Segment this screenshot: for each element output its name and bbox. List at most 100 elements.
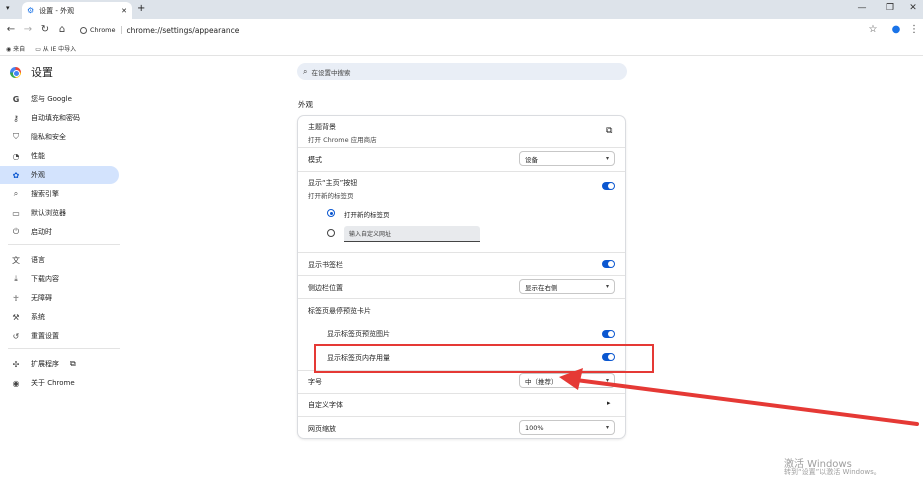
settings-search-input[interactable]: ⌕ 在设置中搜索 — [297, 63, 627, 80]
settings-gear-icon: ⚙ — [27, 6, 35, 15]
chrome-icon — [80, 26, 87, 34]
translate-icon: 文 — [12, 255, 20, 265]
sidebar-item-reset[interactable]: ↺ 重置设置 — [0, 327, 119, 345]
home-button-toggle[interactable] — [602, 182, 615, 190]
sidebar-item-label: 外观 — [31, 171, 45, 179]
wrench-icon: ⚒ — [12, 312, 20, 322]
sidebar-item-extensions[interactable]: ✣ 扩展程序 ⧉ — [0, 355, 119, 373]
section-title: 外观 — [298, 100, 313, 109]
search-placeholder: 在设置中搜索 — [311, 68, 351, 77]
sidebar-item-autofill[interactable]: ⚷ 自动填充和密码 — [0, 109, 119, 127]
dropdown-arrow-icon: ▾ — [605, 283, 609, 290]
sidebar-item-about[interactable]: ◉ 关于 Chrome — [0, 374, 119, 392]
side-panel-select[interactable]: 显示在右侧 ▾ — [519, 279, 615, 294]
sidebar-item-performance[interactable]: ◔ 性能 — [0, 147, 119, 165]
home-button-row: 显示“主页”按钮 打开新的标签页 — [308, 178, 357, 200]
close-tab-icon[interactable]: ✕ — [121, 7, 127, 15]
divider — [298, 147, 625, 148]
search-icon: ⌕ — [303, 66, 308, 76]
sidebar-item-default-browser[interactable]: ▭ 默认浏览器 — [0, 204, 119, 222]
custom-fonts-row[interactable]: 自定义字体 — [308, 400, 343, 410]
new-tab-button[interactable]: + — [137, 3, 145, 14]
theme-label: 主题背景 — [308, 123, 336, 131]
sidebar-item-languages[interactable]: 文 语言 — [0, 251, 119, 269]
address-bar[interactable]: Chrome chrome://settings/appearance — [76, 22, 886, 38]
sidebar-item-search-engine[interactable]: ⌕ 搜索引擎 — [0, 185, 119, 203]
key-icon: ⚷ — [13, 113, 19, 123]
bookmark-star-icon[interactable]: ☆ — [866, 24, 880, 35]
sidebar-item-label: 关于 Chrome — [31, 379, 75, 387]
sidebar-item-label: 性能 — [31, 152, 45, 160]
dropdown-arrow-icon: ▾ — [605, 155, 609, 162]
sidebar-item-appearance[interactable]: ✿ 外观 — [0, 166, 119, 184]
bookmark-item[interactable]: ◉ 来自 — [6, 44, 25, 53]
sidebar-item-label: 搜索引擎 — [31, 190, 59, 198]
maximize-button[interactable]: ❐ — [883, 3, 897, 13]
menu-kebab-icon[interactable]: ⋮ — [907, 24, 921, 35]
tab-settings[interactable]: ⚙ 设置 - 外观 ✕ — [22, 2, 132, 19]
sidebar-item-label: 无障碍 — [31, 294, 52, 302]
theme-row[interactable]: 主题背景 打开 Chrome 应用商店 — [308, 122, 377, 144]
external-link-icon: ⧉ — [70, 359, 76, 368]
bookmarks-bar-label: 显示书签栏 — [308, 261, 343, 269]
bookmark-item[interactable]: ▭ 从 IE 中导入 — [35, 44, 76, 53]
sidebar-item-privacy[interactable]: ⛉ 隐私和安全 — [0, 128, 119, 146]
mode-select[interactable]: 设备 ▾ — [519, 151, 615, 166]
chrome-chip[interactable]: Chrome — [80, 26, 122, 34]
mode-label: 模式 — [308, 156, 322, 164]
sidebar-item-startup[interactable]: ⏻ 启动时 — [0, 223, 119, 241]
download-icon: ⤓ — [14, 274, 18, 283]
sidebar-item-label: 重置设置 — [31, 332, 59, 340]
sidebar-item-accessibility[interactable]: ☥ 无障碍 — [0, 289, 119, 307]
profile-avatar-icon[interactable]: ● — [889, 24, 903, 35]
hover-cards-label: 标签页悬停预览卡片 — [308, 307, 371, 315]
chrome-icon: ◉ — [12, 378, 20, 388]
mode-value: 设备 — [525, 155, 538, 164]
chrome-logo-icon — [10, 66, 21, 78]
sidebar-item-google[interactable]: G 您与 Google — [0, 90, 119, 108]
forward-arrow-icon[interactable]: → — [21, 24, 35, 35]
radio-custom-url[interactable] — [327, 229, 335, 237]
sidebar-item-system[interactable]: ⚒ 系统 — [0, 308, 119, 326]
reset-icon: ↺ — [12, 331, 20, 341]
shield-icon: ⛉ — [13, 132, 19, 141]
divider — [298, 275, 625, 276]
bookmarks-bar: ◉ 来自 ▭ 从 IE 中导入 — [0, 41, 923, 56]
sidebar-item-downloads[interactable]: ⤓ 下载内容 — [0, 270, 119, 288]
settings-brand: 设置 — [10, 64, 53, 80]
back-arrow-icon[interactable]: ← — [4, 24, 18, 35]
home-button-label: 显示“主页”按钮 — [308, 179, 358, 187]
tab-search-chevron-icon[interactable]: ▾ — [6, 4, 10, 12]
reload-icon[interactable]: ↻ — [38, 24, 52, 35]
home-icon[interactable]: ⌂ — [55, 24, 69, 35]
url-text[interactable]: chrome://settings/appearance — [127, 26, 240, 35]
custom-url-input[interactable]: 输入自定义网址 — [344, 226, 480, 242]
bookmarks-bar-toggle[interactable] — [602, 260, 615, 268]
close-window-button[interactable]: ✕ — [906, 3, 920, 13]
external-link-icon[interactable]: ⧉ — [606, 126, 612, 136]
radio-new-tab[interactable] — [327, 209, 335, 217]
folder-icon: ▭ — [35, 45, 41, 53]
hover-image-toggle[interactable] — [602, 330, 615, 338]
puzzle-icon: ✣ — [12, 359, 20, 369]
sidebar-item-label: 默认浏览器 — [31, 209, 66, 217]
theme-sublabel: 打开 Chrome 应用商店 — [308, 136, 377, 144]
page-title: 设置 — [31, 66, 53, 79]
bookmark-label: 从 IE 中导入 — [42, 45, 77, 53]
home-button-sublabel: 打开新的标签页 — [308, 192, 354, 200]
sidebar-item-label: 隐私和安全 — [31, 133, 66, 141]
chip-label: Chrome — [90, 26, 116, 34]
sidebar-divider — [8, 348, 120, 349]
power-icon: ⏻ — [12, 227, 20, 236]
sidebar-item-label: 启动时 — [31, 228, 52, 236]
minimize-button[interactable]: — — [855, 3, 869, 13]
radio-new-tab-label: 打开新的标签页 — [344, 211, 390, 219]
zoom-value: 100% — [525, 423, 544, 432]
windows-activation-subtitle: 转到“设置”以激活 Windows。 — [784, 468, 881, 476]
sidebar-divider — [8, 244, 120, 245]
palette-icon: ✿ — [12, 170, 20, 180]
zoom-label: 网页缩放 — [308, 425, 336, 433]
chrome-icon: ◉ — [6, 45, 12, 53]
sidebar-item-label: 下载内容 — [31, 275, 59, 283]
speedometer-icon: ◔ — [12, 151, 20, 161]
